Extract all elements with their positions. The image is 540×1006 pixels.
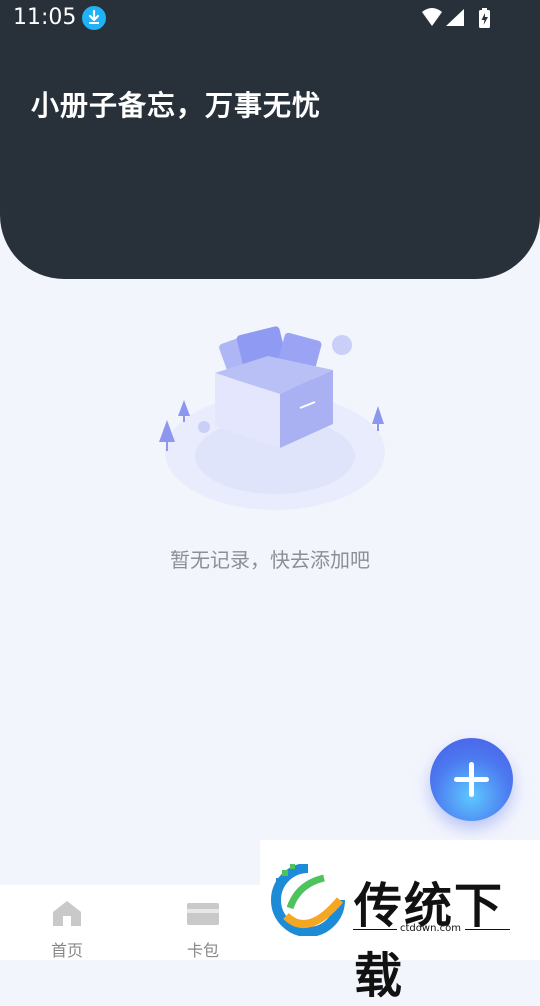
header-slogan: 小册子备忘，万事无忧 bbox=[31, 89, 322, 122]
battery-icon bbox=[479, 8, 490, 28]
plus-icon bbox=[454, 762, 489, 797]
wifi-icon bbox=[422, 8, 442, 26]
signal-icon bbox=[446, 9, 464, 26]
add-record-button[interactable] bbox=[430, 738, 513, 821]
status-time: 11:05 bbox=[13, 5, 77, 30]
tab-wallet[interactable]: 卡包 bbox=[158, 885, 248, 960]
empty-box-illustration bbox=[150, 320, 400, 520]
tab-home[interactable]: 首页 bbox=[22, 885, 112, 960]
watermark: 传统下载 ctdown.com bbox=[260, 840, 540, 1004]
watermark-text: 传统下载 bbox=[354, 878, 505, 1004]
header: 11:05 小册子备忘，万事无忧 bbox=[0, 0, 540, 279]
wallet-icon bbox=[187, 903, 219, 925]
empty-state-message: 暂无记录，快去添加吧 bbox=[170, 548, 370, 572]
watermark-url: ctdown.com bbox=[400, 923, 461, 934]
download-icon bbox=[82, 6, 106, 30]
watermark-divider bbox=[465, 929, 510, 930]
tab-home-label: 首页 bbox=[50, 941, 83, 960]
watermark-divider bbox=[353, 929, 397, 930]
tab-wallet-label: 卡包 bbox=[186, 941, 219, 960]
status-icons bbox=[420, 6, 500, 30]
home-icon bbox=[53, 901, 81, 926]
watermark-logo bbox=[271, 864, 345, 936]
